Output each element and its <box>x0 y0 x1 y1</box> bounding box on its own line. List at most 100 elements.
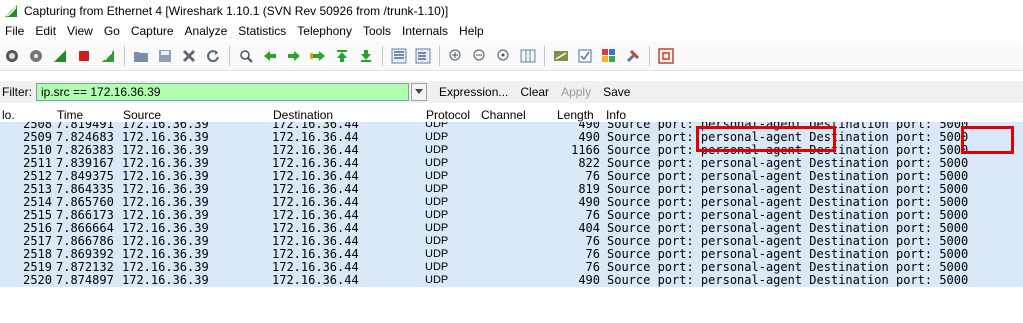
expression-button[interactable]: Expression... <box>439 85 508 99</box>
packet-destination: 172.16.36.44 <box>272 274 359 287</box>
help-icon[interactable] <box>657 47 675 65</box>
packet-destination: 172.16.36.44 <box>272 209 359 222</box>
menu-bar: File Edit View Go Capture Analyze Statis… <box>0 21 1023 41</box>
close-file-icon[interactable] <box>180 47 198 65</box>
packet-protocol: UDP <box>425 222 449 234</box>
packet-info: Source port: personal-agent Destination … <box>607 170 969 183</box>
packet-row[interactable]: 2512 7.849375 172.16.36.39 172.16.36.44 UDP 7… <box>0 170 1023 183</box>
zoom-in-icon[interactable] <box>447 47 465 65</box>
packet-row[interactable]: 2509 7.824683 172.16.36.39 172.16.36.44 UDP 4… <box>0 131 1023 144</box>
column-header-channel[interactable]: Channel <box>481 108 526 122</box>
packet-row[interactable]: 2520 7.874897 172.16.36.39 172.16.36.44 UDP 4… <box>0 274 1023 287</box>
start-capture-icon[interactable] <box>51 47 69 65</box>
packet-source: 172.16.36.39 <box>122 235 209 248</box>
column-header-length[interactable]: Length <box>557 108 594 122</box>
column-header-destination[interactable]: Destination <box>273 108 333 122</box>
menu-view[interactable]: View <box>62 24 99 38</box>
packet-row[interactable]: 2519 7.872132 172.16.36.39 172.16.36.44 UDP 7… <box>0 261 1023 274</box>
column-header-info[interactable]: Info <box>606 108 626 122</box>
packet-source: 172.16.36.39 <box>122 248 209 261</box>
menu-tools[interactable]: Tools <box>358 24 397 38</box>
display-filters-icon[interactable] <box>576 47 594 65</box>
clear-button[interactable]: Clear <box>520 85 549 99</box>
menu-statistics[interactable]: Statistics <box>233 24 292 38</box>
packet-number: 2510 <box>23 144 52 157</box>
zoom-out-icon[interactable] <box>471 47 489 65</box>
packet-number: 2516 <box>23 222 52 235</box>
capture-options-icon[interactable] <box>27 47 45 65</box>
display-filter-input[interactable] <box>36 83 409 101</box>
capture-filters-icon[interactable] <box>552 47 570 65</box>
resize-columns-icon[interactable] <box>519 47 537 65</box>
find-packet-icon[interactable] <box>237 47 255 65</box>
packet-number: 2512 <box>23 170 52 183</box>
go-to-packet-icon[interactable] <box>309 47 327 65</box>
packet-list-header: lo. Time Source Destination Protocol Cha… <box>0 108 1023 122</box>
column-header-source[interactable]: Source <box>123 108 161 122</box>
packet-protocol: UDP <box>425 122 449 130</box>
colorize-icon[interactable] <box>390 47 408 65</box>
packet-info: Source port: personal-agent Destination … <box>607 196 969 209</box>
display-filter-bar: Filter: Expression... Clear Apply Save <box>0 81 1023 103</box>
packet-length: 76 <box>585 170 600 183</box>
packet-row[interactable]: 2516 7.866664 172.16.36.39 172.16.36.44 UDP 4… <box>0 222 1023 235</box>
column-header-protocol[interactable]: Protocol <box>426 108 470 122</box>
packet-row[interactable]: 2518 7.869392 172.16.36.39 172.16.36.44 UDP 7… <box>0 248 1023 261</box>
menu-internals[interactable]: Internals <box>397 24 454 38</box>
packet-row[interactable]: 2513 7.864335 172.16.36.39 172.16.36.44 UDP 8… <box>0 183 1023 196</box>
packet-row[interactable]: 2514 7.865760 172.16.36.39 172.16.36.44 UDP 4… <box>0 196 1023 209</box>
annotation-highlight-destination-port <box>961 126 1014 154</box>
packet-number: 2518 <box>23 248 52 261</box>
go-back-icon[interactable] <box>261 47 279 65</box>
packet-time: 7.819491 <box>56 122 114 131</box>
save-file-icon[interactable] <box>156 47 174 65</box>
toolbar-separator <box>439 45 440 66</box>
packet-protocol: UDP <box>425 196 449 208</box>
packet-length: 76 <box>585 261 600 274</box>
column-header-time[interactable]: Time <box>57 108 83 122</box>
stop-capture-icon[interactable] <box>75 47 93 65</box>
menu-capture[interactable]: Capture <box>126 24 180 38</box>
packet-destination: 172.16.36.44 <box>272 261 359 274</box>
go-last-icon[interactable] <box>357 47 375 65</box>
menu-telephony[interactable]: Telephony <box>292 24 358 38</box>
interface-list-icon[interactable] <box>3 47 21 65</box>
packet-number: 2511 <box>23 157 52 170</box>
filter-history-dropdown[interactable] <box>411 83 427 101</box>
column-header-no[interactable]: lo. <box>2 108 15 122</box>
normal-size-icon[interactable] <box>495 47 513 65</box>
packet-time: 7.826383 <box>56 144 114 157</box>
menu-edit[interactable]: Edit <box>30 24 62 38</box>
menu-analyze[interactable]: Analyze <box>180 24 234 38</box>
packet-row[interactable]: 2511 7.839167 172.16.36.39 172.16.36.44 UDP 8… <box>0 157 1023 170</box>
preferences-icon[interactable] <box>624 47 642 65</box>
go-first-icon[interactable] <box>333 47 351 65</box>
packet-list[interactable]: 2508 7.819491 172.16.36.39 172.16.36.44 UDP 4… <box>0 122 1023 323</box>
menu-go[interactable]: Go <box>99 24 126 38</box>
menu-file[interactable]: File <box>0 24 30 38</box>
packet-time: 7.866173 <box>56 209 114 222</box>
coloring-rules-icon[interactable] <box>600 47 618 65</box>
packet-row[interactable]: 2517 7.866786 172.16.36.39 172.16.36.44 UDP 7… <box>0 235 1023 248</box>
packet-info: Source port: personal-agent Destination … <box>607 209 969 222</box>
apply-button[interactable]: Apply <box>561 85 591 99</box>
packet-time: 7.874897 <box>56 274 114 287</box>
go-forward-icon[interactable] <box>285 47 303 65</box>
packet-source: 172.16.36.39 <box>122 183 209 196</box>
save-filter-button[interactable]: Save <box>603 85 630 99</box>
packet-number: 2513 <box>23 183 52 196</box>
menu-help[interactable]: Help <box>454 24 490 38</box>
packet-time: 7.824683 <box>56 131 114 144</box>
restart-capture-icon[interactable] <box>99 47 117 65</box>
packet-row[interactable]: 2508 7.819491 172.16.36.39 172.16.36.44 UDP 4… <box>0 122 1023 131</box>
auto-scroll-icon[interactable] <box>414 47 432 65</box>
reload-icon[interactable] <box>204 47 222 65</box>
open-file-icon[interactable] <box>132 47 150 65</box>
packet-destination: 172.16.36.44 <box>272 222 359 235</box>
toolbar-separator <box>649 45 650 66</box>
packet-row[interactable]: 2510 7.826383 172.16.36.39 172.16.36.44 UDP 1… <box>0 144 1023 157</box>
packet-source: 172.16.36.39 <box>122 209 209 222</box>
packet-row[interactable]: 2515 7.866173 172.16.36.39 172.16.36.44 UDP 7… <box>0 209 1023 222</box>
packet-length: 404 <box>578 222 600 235</box>
window-title: Capturing from Ethernet 4 [Wireshark 1.1… <box>24 3 449 18</box>
